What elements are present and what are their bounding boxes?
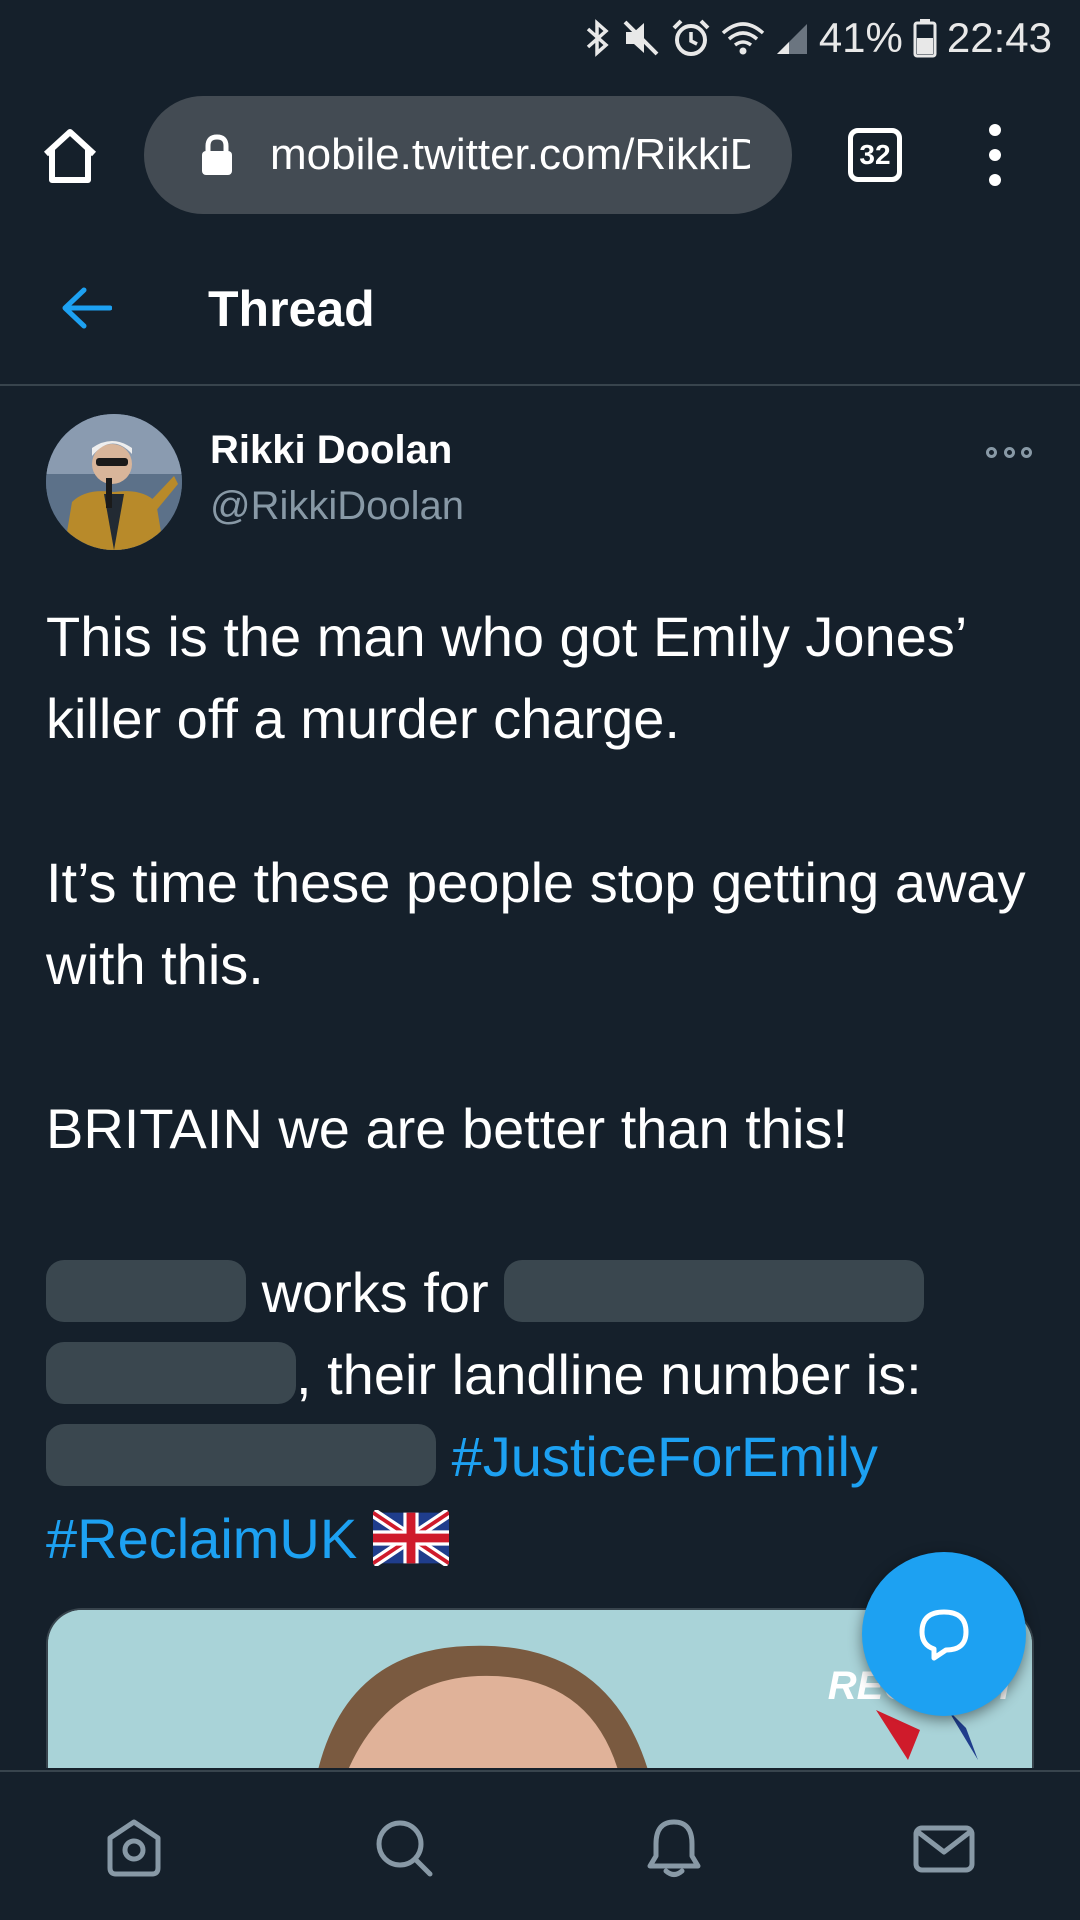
thread-header: Thread bbox=[0, 234, 1080, 386]
author-name[interactable]: Rikki Doolan bbox=[210, 428, 452, 473]
clock: 22:43 bbox=[946, 14, 1052, 61]
url-text: mobile.twitter.com/RikkiDoolan bbox=[270, 130, 750, 179]
notifications-icon[interactable] bbox=[642, 1816, 706, 1880]
more-options-icon[interactable] bbox=[986, 444, 1032, 460]
tweet-text-fragment: works for bbox=[261, 1261, 489, 1324]
mute-icon bbox=[623, 20, 659, 56]
redacted-block bbox=[46, 1342, 296, 1404]
hashtag-link[interactable]: #ReclaimUK bbox=[46, 1507, 357, 1570]
bottom-nav bbox=[0, 1770, 1080, 1920]
author-handle[interactable]: @RikkiDoolan bbox=[210, 484, 464, 529]
tweet-text: This is the man who got Emily Jones’ kil… bbox=[46, 596, 1046, 1580]
bluetooth-icon bbox=[586, 19, 609, 57]
tweet-paragraph: It’s time these people stop getting away… bbox=[46, 851, 1026, 996]
tweet-hashtag-line: #JusticeForEmily bbox=[46, 1416, 1046, 1498]
tabs-button[interactable]: 32 bbox=[848, 128, 902, 182]
tweet-paragraph-redacted: works for bbox=[46, 1252, 1046, 1334]
reply-fab[interactable] bbox=[862, 1552, 1026, 1716]
battery-icon bbox=[913, 19, 937, 58]
page-title: Thread bbox=[208, 281, 375, 337]
messages-icon[interactable] bbox=[912, 1816, 976, 1880]
tweet-paragraph-redacted: , their landline number is: bbox=[46, 1334, 1046, 1416]
tweet-paragraph: This is the man who got Emily Jones’ kil… bbox=[46, 605, 966, 750]
hashtag-link[interactable]: #JusticeForEmily bbox=[452, 1425, 878, 1488]
back-arrow-icon[interactable] bbox=[60, 286, 112, 330]
battery-percent: 41% bbox=[818, 14, 903, 61]
lock-icon bbox=[202, 134, 232, 175]
flag-uk-icon bbox=[372, 1510, 449, 1566]
compose-reply-icon bbox=[919, 1609, 969, 1661]
tweet-text-fragment: , their landline number is: bbox=[296, 1343, 922, 1406]
search-icon[interactable] bbox=[372, 1816, 436, 1880]
redacted-block bbox=[46, 1260, 246, 1322]
redacted-block bbox=[46, 1424, 436, 1486]
redacted-block bbox=[504, 1260, 925, 1322]
alarm-icon bbox=[672, 19, 710, 56]
avatar[interactable] bbox=[46, 414, 182, 550]
wifi-icon bbox=[721, 22, 764, 55]
menu-icon[interactable] bbox=[980, 124, 1010, 186]
address-bar[interactable]: mobile.twitter.com/RikkiDoolan bbox=[144, 96, 792, 214]
status-bar: 41% 22:43 bbox=[0, 0, 1080, 76]
browser-toolbar: mobile.twitter.com/RikkiDoolan 32 bbox=[0, 76, 1080, 234]
home-icon[interactable] bbox=[102, 1816, 166, 1880]
status-icons: 41% 22:43 bbox=[585, 12, 1052, 64]
tweet-paragraph: BRITAIN we are better than this! bbox=[46, 1097, 848, 1160]
signal-icon bbox=[776, 24, 807, 54]
home-icon[interactable] bbox=[40, 126, 100, 186]
